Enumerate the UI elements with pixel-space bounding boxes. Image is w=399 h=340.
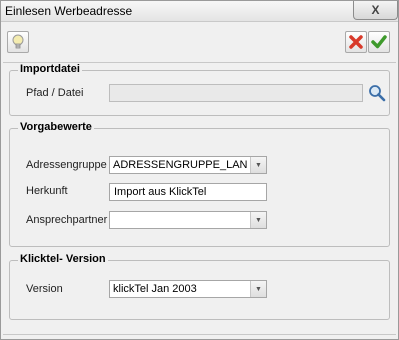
toolbar <box>1 22 398 60</box>
title-bar: Einlesen Werbeadresse X <box>1 1 398 22</box>
group-title-vorgabewerte: Vorgabewerte <box>18 121 94 133</box>
chevron-down-icon[interactable]: ▼ <box>250 157 266 173</box>
path-label: Pfad / Datei <box>26 87 84 99</box>
adressgruppe-label: Adressengruppe <box>26 159 107 171</box>
group-title-klicktel: Klicktel- Version <box>18 253 108 265</box>
dialog-window: Einlesen Werbeadresse X Importdatei Pfad… <box>0 0 399 340</box>
group-importdatei: Importdatei Pfad / Datei <box>9 63 390 116</box>
cancel-button[interactable] <box>345 31 367 53</box>
adressgruppe-value: ADRESSENGRUPPE_LANG <box>113 159 248 171</box>
herkunft-field[interactable]: Import aus KlickTel <box>109 183 267 201</box>
hint-button[interactable] <box>7 31 29 53</box>
window-close-button[interactable]: X <box>353 1 398 20</box>
adressgruppe-select[interactable]: ADRESSENGRUPPE_LANG ▼ <box>109 156 267 174</box>
group-title-importdatei: Importdatei <box>18 63 82 75</box>
group-vorgabewerte: Vorgabewerte Adressengruppe ADRESSENGRUP… <box>9 121 390 247</box>
magnifier-icon <box>369 85 386 102</box>
herkunft-label: Herkunft <box>26 185 68 197</box>
lightbulb-icon <box>12 34 24 49</box>
chevron-down-icon[interactable]: ▼ <box>250 212 266 228</box>
version-select[interactable]: klickTel Jan 2003 ▼ <box>109 280 267 298</box>
ansprechpartner-label: Ansprechpartner <box>26 214 108 226</box>
close-icon: X <box>371 3 380 17</box>
ansprechpartner-select[interactable]: ▼ <box>109 211 267 229</box>
bottom-divider <box>3 334 396 335</box>
chevron-down-icon[interactable]: ▼ <box>250 281 266 297</box>
group-klicktel-version: Klicktel- Version Version klickTel Jan 2… <box>9 253 390 320</box>
version-label: Version <box>26 283 63 295</box>
browse-button[interactable] <box>367 83 387 103</box>
ok-button[interactable] <box>368 31 390 53</box>
green-check-icon <box>371 35 387 49</box>
version-value: klickTel Jan 2003 <box>113 283 197 295</box>
window-title: Einlesen Werbeadresse <box>5 4 133 18</box>
path-field[interactable] <box>109 84 363 102</box>
red-x-icon <box>349 35 363 49</box>
